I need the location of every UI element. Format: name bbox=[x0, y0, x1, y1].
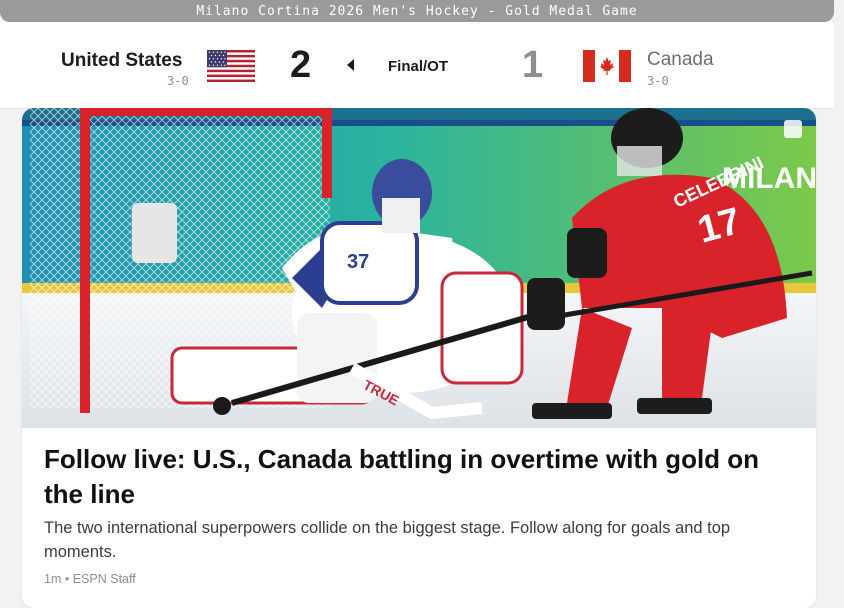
hockey-goalie-vs-forward-photo[interactable]: MILANO 37 TRUE CELEBRINI 17 bbox=[22, 108, 816, 428]
home-team-name: United States bbox=[61, 50, 183, 71]
article-card[interactable]: MILANO 37 TRUE CELEBRINI 17 bbox=[22, 108, 816, 608]
us-flag-icon bbox=[207, 50, 255, 82]
canada-flag-icon bbox=[583, 50, 631, 82]
away-team-score: 1 bbox=[522, 44, 544, 86]
away-team-record: 3-0 bbox=[647, 74, 669, 88]
article-summary: The two international superpowers collid… bbox=[44, 519, 731, 561]
article-meta: 1m • ESPN Staff bbox=[44, 572, 136, 586]
article-author: ESPN Staff bbox=[72, 572, 136, 586]
scoreboard[interactable]: United States 3-0 2 Final/OT 1 Canada 3-… bbox=[0, 22, 834, 109]
home-team-score: 2 bbox=[290, 44, 312, 86]
meta-separator: • bbox=[64, 572, 73, 586]
gallery-icon[interactable] bbox=[784, 120, 802, 138]
goalie-number-text: 37 bbox=[347, 251, 369, 273]
game-title: Milano Cortina 2026 Men's Hockey - Gold … bbox=[196, 3, 638, 19]
game-title-banner: Milano Cortina 2026 Men's Hockey - Gold … bbox=[0, 0, 834, 22]
away-team-name: Canada bbox=[647, 49, 714, 70]
article-headline[interactable]: Follow live: U.S., Canada battling in ov… bbox=[44, 442, 794, 512]
article-time: 1m bbox=[44, 572, 62, 586]
game-status: Final/OT bbox=[388, 58, 448, 75]
home-team-record: 3-0 bbox=[167, 74, 189, 88]
left-arrow-icon bbox=[347, 59, 354, 71]
